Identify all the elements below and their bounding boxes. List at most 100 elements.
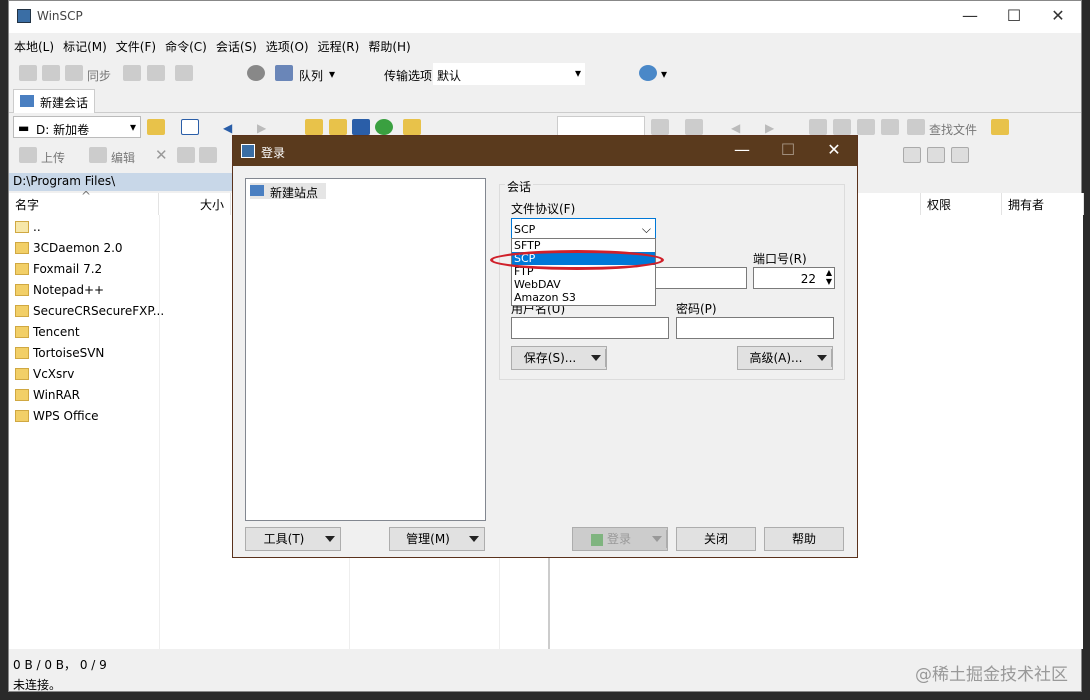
preferences-icon[interactable]: [175, 65, 193, 81]
upload-button[interactable]: 上传: [41, 149, 65, 166]
advanced-button[interactable]: 高级(A)...: [737, 346, 833, 370]
menu-remote[interactable]: 远程(R): [313, 35, 364, 55]
manage-button[interactable]: 管理(M): [389, 527, 485, 551]
maximize-button[interactable]: ☐: [991, 1, 1037, 33]
stepper-arrows-icon[interactable]: ▲ ▼: [826, 268, 832, 286]
sync-label[interactable]: 同步: [87, 67, 111, 84]
login-icon: [590, 533, 603, 546]
select-filter-icon[interactable]: [951, 147, 969, 163]
terminal-icon[interactable]: [147, 65, 165, 81]
queue-icon[interactable]: [275, 65, 293, 81]
folder-icon: [15, 368, 29, 380]
delete-icon[interactable]: ✕: [155, 146, 168, 164]
menu-mark[interactable]: 标记(M): [58, 35, 111, 55]
username-input[interactable]: [511, 317, 669, 339]
col-owner[interactable]: 拥有者: [1002, 193, 1084, 215]
list-item[interactable]: WinRAR: [9, 385, 159, 406]
remote-root-icon[interactable]: [833, 119, 851, 135]
column-divider: [159, 215, 160, 649]
close-button[interactable]: ✕: [1035, 1, 1081, 33]
col-permissions[interactable]: 权限: [920, 193, 1002, 215]
refresh-icon[interactable]: [375, 119, 393, 135]
tree-item-new-site[interactable]: 新建站点: [250, 183, 326, 200]
remote-back-icon[interactable]: ◀: [731, 121, 740, 135]
minimize-button[interactable]: —: [947, 1, 993, 33]
queue-label[interactable]: 队列: [299, 67, 323, 84]
upload-icon[interactable]: [19, 147, 37, 163]
folder-icon: [15, 284, 29, 296]
remote-filter-icon[interactable]: [685, 119, 703, 135]
remote-tree-icon[interactable]: [991, 119, 1009, 135]
sync-browse-icon[interactable]: [42, 65, 60, 81]
list-item[interactable]: 3CDaemon 2.0: [9, 238, 159, 259]
dropdown-arrow-icon: [652, 536, 662, 542]
menu-file[interactable]: 文件(F): [111, 35, 160, 55]
dropdown-arrow-icon: [325, 536, 335, 542]
compare-icon[interactable]: [19, 65, 37, 81]
globe-dropdown-icon[interactable]: ▾: [661, 67, 667, 81]
port-stepper[interactable]: 22 ▲ ▼: [753, 267, 835, 289]
synchronize-icon[interactable]: [65, 65, 83, 81]
forward-icon[interactable]: ▶: [257, 121, 266, 135]
tab-new-session[interactable]: 新建会话: [13, 89, 96, 113]
collapse-icon[interactable]: [927, 147, 945, 163]
edit-button[interactable]: 编辑: [111, 149, 135, 166]
monitor-icon: [20, 95, 34, 107]
remote-parent-icon[interactable]: [809, 119, 827, 135]
protocol-dropdown-list[interactable]: SFTP SCP FTP WebDAV Amazon S3: [511, 238, 656, 306]
properties-icon[interactable]: [199, 147, 217, 163]
list-item[interactable]: WPS Office: [9, 406, 159, 427]
open-folder-icon[interactable]: [147, 119, 165, 135]
option-webdav[interactable]: WebDAV: [512, 278, 655, 291]
dialog-maximize-button[interactable]: ☐: [765, 136, 811, 166]
home-icon[interactable]: [352, 119, 370, 135]
globe-icon[interactable]: [639, 65, 657, 81]
console-icon[interactable]: [123, 65, 141, 81]
option-amazon-s3[interactable]: Amazon S3: [512, 291, 655, 304]
menu-local[interactable]: 本地(L): [9, 35, 58, 55]
list-item[interactable]: Tencent: [9, 322, 159, 343]
back-icon[interactable]: ◀: [223, 121, 232, 135]
highlight-annotation: [490, 250, 664, 270]
password-input[interactable]: [676, 317, 834, 339]
queue-dropdown-icon[interactable]: ▾: [329, 67, 335, 81]
folder-icon: [15, 305, 29, 317]
tree-icon[interactable]: [403, 119, 421, 135]
remote-refresh-icon[interactable]: [881, 119, 899, 135]
expand-icon[interactable]: [903, 147, 921, 163]
gear-icon[interactable]: [247, 65, 265, 81]
find-files-label[interactable]: 查找文件: [929, 121, 977, 138]
dialog-minimize-button[interactable]: —: [719, 136, 765, 166]
remote-forward-icon[interactable]: ▶: [765, 121, 774, 135]
menu-session[interactable]: 会话(S): [211, 35, 261, 55]
menu-options[interactable]: 选项(O): [261, 35, 313, 55]
dialog-close-button[interactable]: ✕: [811, 136, 857, 166]
transfer-settings-select[interactable]: 默认 ▾: [433, 63, 585, 85]
help-button[interactable]: 帮助: [764, 527, 844, 551]
parent-dir-icon[interactable]: [305, 119, 323, 135]
close-dialog-button[interactable]: 关闭: [676, 527, 756, 551]
root-dir-icon[interactable]: [329, 119, 347, 135]
list-item[interactable]: SecureCRSecureFXP...: [9, 301, 164, 322]
list-item[interactable]: ..: [9, 217, 159, 238]
list-item[interactable]: VcXsrv: [9, 364, 159, 385]
list-item[interactable]: TortoiseSVN: [9, 343, 159, 364]
list-item[interactable]: Notepad++: [9, 280, 159, 301]
site-tree[interactable]: 新建站点: [245, 178, 486, 521]
protocol-select[interactable]: SCP ⌵: [511, 218, 656, 240]
tools-button[interactable]: 工具(T): [245, 527, 341, 551]
menu-commands[interactable]: 命令(C): [160, 35, 211, 55]
menu-help[interactable]: 帮助(H): [363, 35, 414, 55]
login-button[interactable]: 登录: [572, 527, 668, 551]
drive-select[interactable]: ▬ D: 新加卷 ▾: [13, 116, 141, 138]
dropdown-arrow-icon: [591, 355, 601, 361]
filter-icon[interactable]: [181, 119, 199, 135]
col-size[interactable]: 大小: [159, 193, 231, 215]
find-files-icon[interactable]: [907, 119, 925, 135]
remote-home-icon[interactable]: [857, 119, 875, 135]
remote-open-folder-icon[interactable]: [651, 119, 669, 135]
save-button[interactable]: 保存(S)...: [511, 346, 607, 370]
edit-icon[interactable]: [89, 147, 107, 163]
rename-icon[interactable]: [177, 147, 195, 163]
list-item[interactable]: Foxmail 7.2: [9, 259, 159, 280]
